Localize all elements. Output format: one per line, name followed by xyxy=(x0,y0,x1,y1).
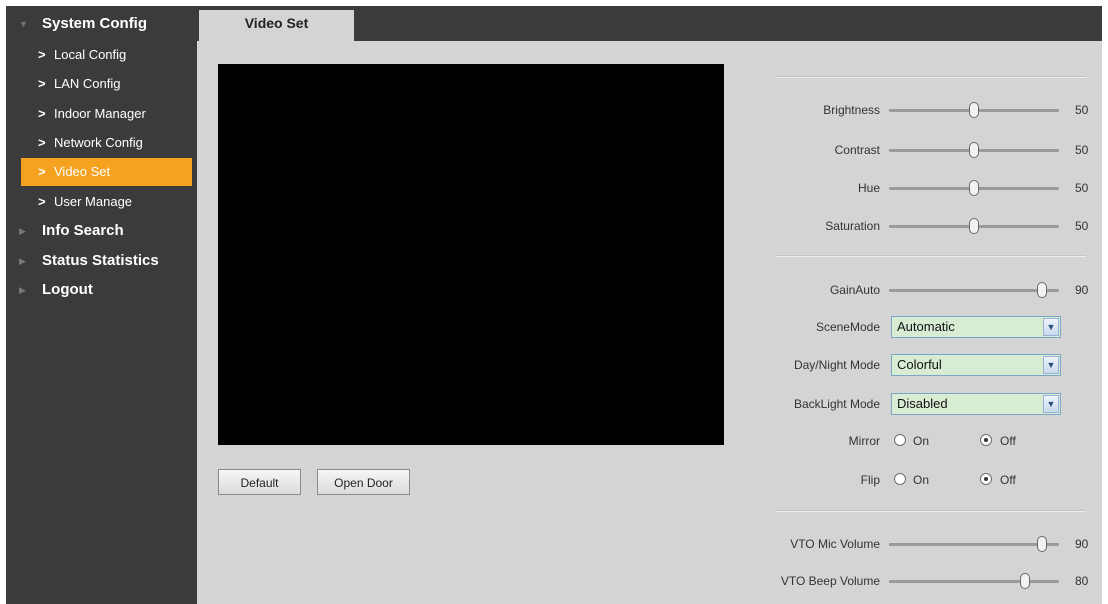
mic-volume-label: VTO Mic Volume xyxy=(790,537,880,551)
flip-off-label: Off xyxy=(1000,473,1016,487)
flip-label: Flip xyxy=(860,473,880,487)
radio-selected-dot xyxy=(984,477,988,481)
gainauto-slider-thumb[interactable] xyxy=(1037,282,1047,298)
mic-volume-slider-track[interactable] xyxy=(889,543,1059,546)
saturation-value: 50 xyxy=(1075,219,1089,233)
gainauto-value: 90 xyxy=(1075,283,1089,297)
mirror-label: Mirror xyxy=(848,434,880,448)
gainauto-slider-track[interactable] xyxy=(889,289,1059,292)
beep-volume-value: 80 xyxy=(1075,574,1089,588)
scenemode-value: Automatic xyxy=(897,319,955,334)
chevron-right-icon: > xyxy=(38,47,46,62)
sidebar-item-label: Indoor Manager xyxy=(54,106,146,121)
contrast-value: 50 xyxy=(1075,143,1089,157)
hue-slider-thumb[interactable] xyxy=(969,180,979,196)
nav-info-search-label: Info Search xyxy=(42,222,124,239)
sidebar-item-label: Video Set xyxy=(54,164,111,179)
brightness-value: 50 xyxy=(1075,103,1089,117)
radio-selected-dot xyxy=(984,438,988,442)
sidebar-item-local-config[interactable]: > Local Config xyxy=(6,41,197,69)
chevron-right-icon: > xyxy=(38,76,46,91)
sidebar-item-video-set[interactable]: > Video Set xyxy=(21,158,192,186)
backlight-select[interactable]: Disabled ▼ xyxy=(891,393,1061,415)
mic-volume-value: 90 xyxy=(1075,537,1089,551)
contrast-slider-thumb[interactable] xyxy=(969,142,979,158)
chevron-down-icon[interactable]: ▼ xyxy=(1043,356,1059,374)
sidebar-item-label: LAN Config xyxy=(54,76,121,91)
beep-volume-label: VTO Beep Volume xyxy=(780,574,880,588)
mirror-on-label: On xyxy=(913,434,930,448)
default-button[interactable]: Default xyxy=(218,469,301,495)
backlight-label: BackLight Mode xyxy=(793,397,880,411)
saturation-slider-thumb[interactable] xyxy=(969,218,979,234)
daynight-select[interactable]: Colorful ▼ xyxy=(891,354,1061,376)
sidebar-item-network-config[interactable]: > Network Config xyxy=(6,129,197,157)
divider xyxy=(776,76,1086,78)
tab-bar: Video Set xyxy=(197,6,1102,41)
flip-off-radio[interactable] xyxy=(980,473,992,485)
mirror-on-radio[interactable] xyxy=(894,434,906,446)
brightness-label: Brightness xyxy=(823,103,880,117)
scenemode-select[interactable]: Automatic ▼ xyxy=(891,316,1061,338)
sidebar-item-label: Network Config xyxy=(54,135,143,150)
collapse-triangle-icon: ▼ xyxy=(19,19,28,29)
video-preview xyxy=(218,64,724,445)
sidebar-item-label: User Manage xyxy=(54,194,133,209)
nav-logout-label: Logout xyxy=(42,281,93,298)
divider xyxy=(776,255,1086,257)
chevron-down-icon[interactable]: ▼ xyxy=(1043,395,1059,413)
flip-on-label: On xyxy=(913,473,930,487)
nav-system-config[interactable]: ▼ System Config xyxy=(6,10,197,38)
divider xyxy=(776,510,1086,512)
contrast-label: Contrast xyxy=(834,143,880,157)
scenemode-label: SceneMode xyxy=(815,320,880,334)
chevron-down-icon[interactable]: ▼ xyxy=(1043,318,1059,336)
beep-volume-slider-track[interactable] xyxy=(889,580,1059,583)
mirror-off-radio[interactable] xyxy=(980,434,992,446)
hue-value: 50 xyxy=(1075,181,1089,195)
daynight-value: Colorful xyxy=(897,357,942,372)
beep-volume-slider-thumb[interactable] xyxy=(1020,573,1030,589)
chevron-right-icon: > xyxy=(38,194,46,209)
saturation-label: Saturation xyxy=(825,219,880,233)
app-frame: ▼ System Config > Local Config > LAN Con… xyxy=(6,6,1102,604)
mirror-off-label: Off xyxy=(1000,434,1016,448)
backlight-value: Disabled xyxy=(897,396,948,411)
sidebar-item-lan-config[interactable]: > LAN Config xyxy=(6,70,197,98)
hue-label: Hue xyxy=(857,181,880,195)
nav-system-config-label: System Config xyxy=(42,15,148,32)
chevron-right-icon: > xyxy=(38,164,46,179)
open-door-button[interactable]: Open Door xyxy=(317,469,410,495)
gainauto-label: GainAuto xyxy=(829,283,880,297)
tab-video-set[interactable]: Video Set xyxy=(199,10,354,41)
mic-volume-slider-thumb[interactable] xyxy=(1037,536,1047,552)
nav-logout[interactable]: ▶ Logout xyxy=(6,276,197,304)
brightness-slider-thumb[interactable] xyxy=(969,102,979,118)
nav-info-search[interactable]: ▶ Info Search xyxy=(6,217,197,245)
sidebar-item-user-manage[interactable]: > User Manage xyxy=(6,188,197,216)
expand-triangle-icon: ▶ xyxy=(19,226,26,236)
daynight-label: Day/Night Mode xyxy=(793,358,880,372)
chevron-right-icon: > xyxy=(38,135,46,150)
sidebar-item-indoor-manager[interactable]: > Indoor Manager xyxy=(6,100,197,128)
nav-status-statistics[interactable]: ▶ Status Statistics xyxy=(6,247,197,275)
sidebar-item-label: Local Config xyxy=(54,47,127,62)
sidebar: ▼ System Config > Local Config > LAN Con… xyxy=(6,6,197,604)
chevron-right-icon: > xyxy=(38,106,46,121)
expand-triangle-icon: ▶ xyxy=(19,285,26,295)
nav-status-statistics-label: Status Statistics xyxy=(42,252,159,269)
expand-triangle-icon: ▶ xyxy=(19,256,26,266)
flip-on-radio[interactable] xyxy=(894,473,906,485)
